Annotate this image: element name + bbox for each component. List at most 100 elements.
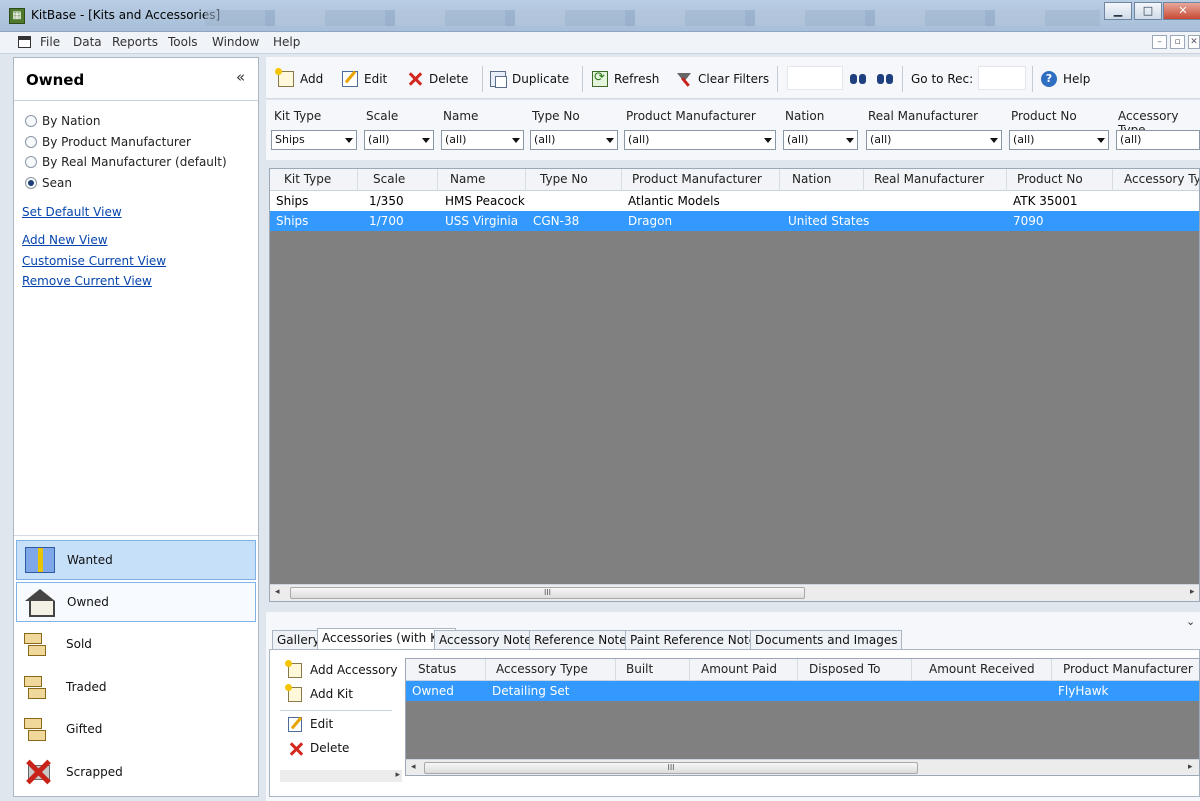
view-option-by-product-manufacturer[interactable]: By Product Manufacturer — [25, 133, 191, 151]
mdi-close-button[interactable]: ✕ — [1188, 35, 1200, 49]
nav-sold[interactable]: Sold — [16, 624, 256, 664]
scroll-left-icon[interactable]: ◂ — [411, 762, 416, 772]
sold-icon — [24, 631, 54, 657]
column-header-kit-type[interactable]: Kit Type — [270, 169, 358, 191]
duplicate-button[interactable]: Duplicate — [490, 69, 569, 89]
horizontal-scrollbar[interactable]: ◂ III ▸ — [270, 584, 1199, 601]
filter-product-manufacturer-select[interactable]: (all) — [624, 130, 776, 150]
nav-traded[interactable]: Traded — [16, 667, 256, 707]
filter-value: (all) — [445, 133, 467, 146]
set-default-view-link[interactable]: Set Default View — [22, 205, 122, 219]
scroll-right-icon[interactable]: ▸ — [1188, 762, 1193, 772]
cell-name: USS Virginia — [445, 214, 519, 228]
column-header-status[interactable]: Status — [406, 659, 486, 681]
filter-real-manufacturer-select[interactable]: (all) — [866, 130, 1002, 150]
table-row-selected[interactable]: Ships 1/700 USS Virginia CGN-38 Dragon U… — [270, 211, 1199, 231]
add-kit-button[interactable]: Add Kit — [285, 683, 353, 703]
minimize-button[interactable]: ▁ — [1104, 2, 1132, 20]
filter-product-no-select[interactable]: (all) — [1009, 130, 1109, 150]
column-header-type-no[interactable]: Type No — [526, 169, 622, 191]
column-header-nation[interactable]: Nation — [780, 169, 864, 191]
delete-accessory-button[interactable]: Delete — [288, 739, 349, 757]
filter-nation-select[interactable]: (all) — [783, 130, 858, 150]
radio-selected-icon[interactable] — [25, 177, 37, 189]
view-option-label: By Nation — [42, 114, 101, 128]
column-header-real-manufacturer[interactable]: Real Manufacturer — [864, 169, 1007, 191]
column-header-product-manufacturer[interactable]: Product Manufacturer — [622, 169, 780, 191]
radio-icon[interactable] — [25, 115, 37, 127]
view-option-label: Sean — [42, 176, 72, 190]
scroll-right-icon[interactable]: ▸ — [395, 770, 400, 780]
edit-button[interactable]: Edit — [342, 69, 387, 89]
search-input[interactable] — [787, 66, 843, 90]
scroll-thumb[interactable]: III — [290, 587, 805, 599]
maximize-button[interactable]: □ — [1134, 2, 1162, 20]
menu-window[interactable]: Window — [212, 35, 259, 49]
column-header-amount-paid[interactable]: Amount Paid — [690, 659, 798, 681]
menu-help[interactable]: Help — [273, 35, 300, 49]
filter-type-no-select[interactable]: (all) — [530, 130, 618, 150]
scroll-right-icon[interactable]: ▸ — [1190, 587, 1195, 597]
add-new-view-link[interactable]: Add New View — [22, 233, 108, 247]
view-option-by-nation[interactable]: By Nation — [25, 112, 100, 130]
column-header-accessory-type[interactable]: Accessory Type — [486, 659, 616, 681]
tab-documents-and-images[interactable]: Documents and Images — [750, 630, 903, 650]
menu-tools[interactable]: Tools — [168, 35, 198, 49]
column-header-product-no[interactable]: Product No — [1007, 169, 1113, 191]
find-button[interactable] — [850, 69, 872, 89]
edit-label: Edit — [364, 72, 388, 86]
remove-current-view-link[interactable]: Remove Current View — [22, 274, 152, 288]
column-header-built[interactable]: Built — [616, 659, 690, 681]
dropdown-arrow-icon — [1097, 138, 1105, 143]
tab-reference-notes[interactable]: Reference Notes — [529, 630, 638, 650]
table-row-selected[interactable]: Owned Detailing Set FlyHawk — [406, 681, 1199, 701]
scroll-left-icon[interactable]: ◂ — [275, 587, 280, 597]
nav-gifted[interactable]: Gifted — [16, 709, 256, 749]
mdi-restore-button[interactable]: ▫ — [1170, 35, 1185, 49]
menu-file[interactable]: File — [40, 35, 60, 49]
find-next-button[interactable] — [877, 69, 899, 89]
filter-accessory-type-select[interactable]: (all) — [1116, 130, 1200, 150]
grid-header: Kit Type Scale Name Type No Product Manu… — [270, 169, 1199, 191]
table-row[interactable]: Ships 1/350 HMS Peacock Atlantic Models … — [270, 191, 1199, 211]
filter-kit-type-select[interactable]: Ships — [271, 130, 357, 150]
column-header-disposed-to[interactable]: Disposed To — [798, 659, 912, 681]
document-icon[interactable] — [18, 36, 31, 48]
tab-paint-reference-notes[interactable]: Paint Reference Notes — [625, 630, 768, 650]
radio-icon[interactable] — [25, 136, 37, 148]
tab-accessory-notes[interactable]: Accessory Notes — [434, 630, 543, 650]
go-to-record-input[interactable] — [978, 66, 1026, 90]
nav-owned[interactable]: Owned — [16, 582, 256, 622]
column-header-scale[interactable]: Scale — [358, 169, 438, 191]
filter-name-select[interactable]: (all) — [441, 130, 524, 150]
column-header-amount-received[interactable]: Amount Received — [912, 659, 1052, 681]
view-option-sean[interactable]: Sean — [25, 174, 72, 192]
radio-icon[interactable] — [25, 156, 37, 168]
add-accessory-button[interactable]: Add Accessory — [285, 659, 398, 679]
column-header-accessory-type[interactable]: Accessory Type — [1113, 169, 1199, 191]
clear-filters-button[interactable]: Clear Filters — [676, 69, 769, 89]
add-button[interactable]: Add — [275, 68, 323, 89]
mdi-minimize-button[interactable]: – — [1152, 35, 1167, 49]
customise-current-view-link[interactable]: Customise Current View — [22, 254, 166, 268]
filter-label-real-manufacturer: Real Manufacturer — [868, 109, 979, 123]
horizontal-scrollbar[interactable]: ◂ III ▸ — [406, 759, 1199, 775]
add-accessory-label: Add Accessory — [310, 663, 398, 677]
nav-scrapped[interactable]: Scrapped — [16, 752, 256, 792]
nav-wanted[interactable]: Wanted — [16, 540, 256, 580]
help-button[interactable]: Help — [1041, 69, 1090, 89]
close-button[interactable]: ✕ — [1163, 2, 1200, 20]
collapse-panel-icon[interactable]: « — [236, 68, 245, 86]
column-header-name[interactable]: Name — [438, 169, 526, 191]
delete-button[interactable]: Delete — [407, 69, 468, 89]
column-header-product-manufacturer[interactable]: Product Manufacturer — [1052, 659, 1199, 681]
scroll-thumb[interactable]: III — [424, 762, 918, 774]
edit-accessory-button[interactable]: Edit — [288, 715, 333, 733]
view-option-by-real-manufacturer[interactable]: By Real Manufacturer (default) — [25, 153, 227, 171]
menu-data[interactable]: Data — [73, 35, 102, 49]
filter-scale-select[interactable]: (all) — [364, 130, 434, 150]
refresh-button[interactable]: Refresh — [592, 69, 659, 89]
expand-panel-icon[interactable]: ⌄ — [1186, 615, 1195, 628]
menu-reports[interactable]: Reports — [112, 35, 158, 49]
cell-accessory-type: Detailing Set — [492, 684, 570, 698]
